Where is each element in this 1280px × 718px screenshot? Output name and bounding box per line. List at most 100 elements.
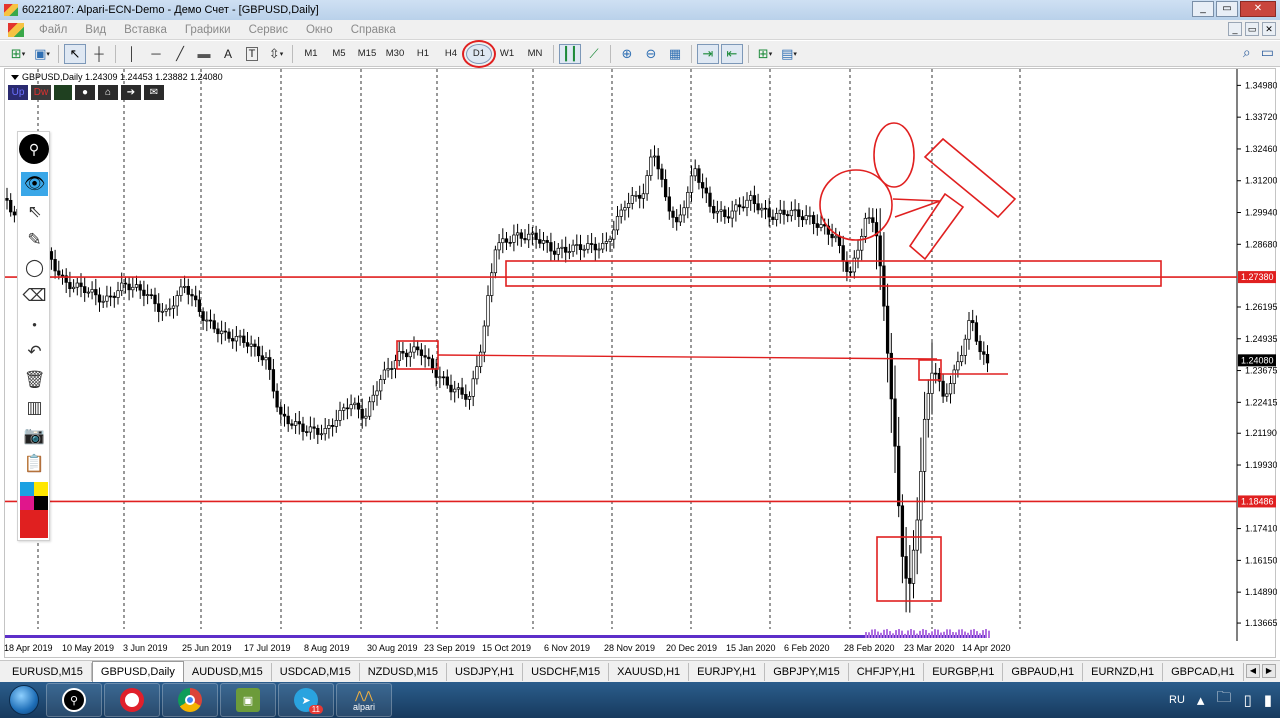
label-button[interactable]: T [241, 44, 263, 64]
mdi-close-button[interactable]: ✕ [1262, 22, 1276, 36]
indicators-button[interactable]: ⊞ ▾ [754, 44, 776, 64]
timeframe-m1[interactable]: M1 [298, 44, 324, 64]
mail-icon[interactable]: ✉ [144, 85, 164, 100]
start-button[interactable] [4, 683, 44, 717]
timeframe-m5[interactable]: M5 [326, 44, 352, 64]
color-swatch-black[interactable] [34, 496, 48, 510]
profiles-button[interactable]: ▣ ▾ [31, 44, 53, 64]
minimize-button[interactable]: _ [1192, 1, 1214, 17]
timeframe-h4[interactable]: H4 [438, 44, 464, 64]
chat-icon[interactable]: ▭ [1261, 44, 1274, 61]
language-indicator[interactable]: RU [1169, 694, 1185, 706]
text-button[interactable]: A [217, 44, 239, 64]
down-button[interactable]: Dw [31, 85, 51, 100]
arrow-icon[interactable]: ➔ [121, 85, 141, 100]
pencil-icon[interactable]: ✎ [21, 228, 48, 252]
tab-usdcad-m15[interactable]: USDCAD,M15 [272, 662, 360, 681]
tab-eurjpy-h1[interactable]: EURJPY,H1 [689, 662, 766, 681]
eraser-icon[interactable]: ⌫ [21, 284, 48, 308]
menu-tools[interactable]: Сервис [240, 24, 297, 36]
menu-charts[interactable]: Графики [176, 24, 240, 36]
network-icon[interactable]: ▮ [1264, 691, 1272, 709]
trendline-button[interactable]: ╱ [169, 44, 191, 64]
vertical-line-button[interactable]: │ [121, 44, 143, 64]
cursor-button[interactable]: ↖ [64, 43, 86, 64]
tab-xauusd-h1[interactable]: XAUUSD,H1 [609, 662, 690, 681]
candle-body [756, 203, 760, 211]
timeframe-w1[interactable]: W1 [494, 44, 520, 64]
tab-scroll-left-icon[interactable]: ◀ [1246, 664, 1260, 678]
mdi-restore-button[interactable]: ▭ [1245, 22, 1259, 36]
tab-gbpaud-h1[interactable]: GBPAUD,H1 [1003, 662, 1084, 681]
mdi-minimize-button[interactable]: _ [1228, 22, 1242, 36]
menu-help[interactable]: Справка [342, 24, 405, 36]
autoscroll-button[interactable]: ⇥ [697, 43, 719, 64]
menu-view[interactable]: Вид [76, 24, 115, 36]
tab-gbpusd-daily[interactable]: GBPUSD,Daily [91, 661, 184, 682]
line-chart-button[interactable]: ⟋ [583, 44, 605, 64]
tab-usdjpy-h1[interactable]: USDJPY,H1 [447, 662, 524, 681]
maximize-button[interactable]: ▭ [1216, 1, 1238, 17]
timeframe-m30[interactable]: M30 [382, 44, 408, 64]
cursor-icon[interactable]: ⇖ [21, 200, 48, 224]
tab-eurnzd-h1[interactable]: EURNZD,H1 [1083, 662, 1164, 681]
tab-gbpcad-h1[interactable]: GBPCAD,H1 [1163, 662, 1244, 681]
camera-icon[interactable]: 📷 [21, 424, 48, 448]
color-swatch-yellow[interactable] [34, 482, 48, 496]
timeframe-m15[interactable]: M15 [354, 44, 380, 64]
template-icon[interactable]: ▥ [21, 396, 48, 420]
timeframe-h1[interactable]: H1 [410, 44, 436, 64]
color-swatch-cyan[interactable] [20, 482, 34, 496]
eye-icon[interactable]: 👁 [21, 172, 48, 196]
rectangle-button[interactable]: ▬ [193, 44, 215, 64]
task-alpari[interactable]: ⋀⋀ alpari [336, 683, 392, 717]
clipboard-tray-icon[interactable]: ▯ [1243, 691, 1251, 709]
circle-icon[interactable]: ◯ [21, 256, 48, 280]
tab-scroll-right-icon[interactable]: ▶ [1262, 664, 1276, 678]
chart-shift-button[interactable]: ⇤ [721, 43, 743, 64]
clipboard-icon[interactable]: 📋 [21, 452, 48, 476]
undo-icon[interactable]: ↶ [21, 340, 48, 364]
folder-icon[interactable]: 🗀 [1216, 687, 1231, 712]
menu-file[interactable]: Файл [30, 24, 76, 36]
show-hidden-icons-icon[interactable]: ▴ [1197, 691, 1205, 709]
indicator-blank-button[interactable] [54, 85, 72, 100]
new-chart-button[interactable]: ⊞ ▾ [7, 44, 29, 64]
tab-eurgbp-h1[interactable]: EURGBP,H1 [924, 662, 1004, 681]
color-swatch-red[interactable] [20, 510, 48, 538]
timeframe-mn[interactable]: MN [522, 44, 548, 64]
horizontal-line-button[interactable]: ─ [145, 44, 167, 64]
zoom-out-button[interactable]: ⊖ [640, 44, 662, 64]
close-button[interactable]: ✕ [1240, 1, 1276, 17]
bell-icon[interactable]: ⌂ [98, 85, 118, 100]
trash-icon[interactable]: 🗑 [21, 368, 48, 392]
timeframe-d1[interactable]: D1 [462, 39, 496, 68]
chart-window[interactable]: 1.34980 1.33720 1.32460 1.31200 1.29940 1.286… [4, 68, 1277, 658]
shapes-button[interactable]: ⇳ ▾ [265, 44, 287, 64]
price-chart[interactable]: 1.34980 1.33720 1.32460 1.31200 1.29940 1.286… [5, 69, 1277, 641]
task-metatrader[interactable]: ⚲ [46, 683, 102, 717]
tab-gbpjpy-m15[interactable]: GBPJPY,M15 [765, 662, 849, 681]
task-remote[interactable]: ▣ [220, 683, 276, 717]
drop-icon[interactable]: ● [75, 85, 95, 100]
up-button[interactable]: Up [8, 85, 28, 100]
menu-insert[interactable]: Вставка [115, 24, 176, 36]
logo-icon[interactable]: ⚲ [19, 134, 49, 164]
menu-window[interactable]: Окно [297, 24, 342, 36]
search-icon[interactable]: ⌕ [1243, 44, 1251, 61]
tab-audusd-m15[interactable]: AUDUSD,M15 [184, 662, 272, 681]
color-swatch-magenta[interactable] [20, 496, 34, 510]
tab-nzdusd-m15[interactable]: NZDUSD,M15 [360, 662, 447, 681]
dot-icon[interactable]: ● [21, 312, 48, 336]
templates-button[interactable]: ▤ ▾ [778, 44, 800, 64]
tab-usdchf-m15[interactable]: USDCHF,M15 [523, 662, 610, 681]
task-telegram[interactable]: ➤ 11 [278, 683, 334, 717]
task-opera[interactable] [104, 683, 160, 717]
tile-windows-button[interactable]: ▦ [664, 44, 686, 64]
bar-chart-button[interactable]: ┃┃ [559, 43, 581, 64]
task-chrome[interactable] [162, 683, 218, 717]
crosshair-button[interactable]: ┼ [88, 44, 110, 64]
tab-chfjpy-h1[interactable]: CHFJPY,H1 [849, 662, 925, 681]
zoom-in-button[interactable]: ⊕ [616, 44, 638, 64]
tab-eurusd-m15[interactable]: EURUSD,M15 [4, 662, 92, 681]
